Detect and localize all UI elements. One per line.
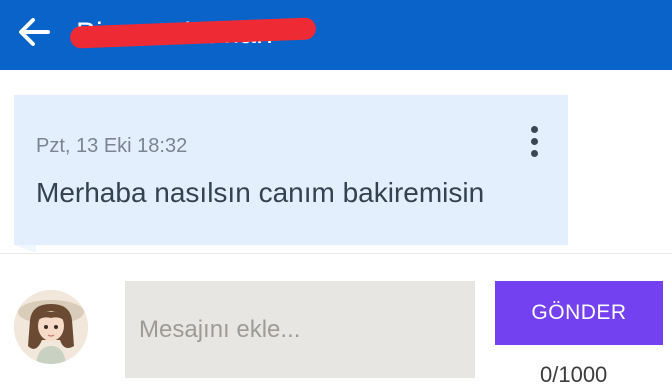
arrow-left-icon [19, 18, 50, 46]
character-counter: 0/1000 [540, 362, 608, 387]
more-vert-icon-dot [530, 125, 538, 133]
message-timestamp: Pzt, 13 Eki 18:32 [36, 135, 188, 157]
message-card-tail [14, 245, 36, 253]
user-avatar-icon [14, 290, 88, 364]
send-button[interactable]: GÖNDER [495, 281, 663, 345]
message-text: Merhaba nasılsın canım bakiremisin [36, 177, 485, 208]
divider [0, 253, 672, 254]
message-input[interactable] [125, 281, 475, 378]
message-card: Pzt, 13 Eki 18:32 Merhaba nasılsın canım… [14, 95, 568, 245]
more-options-button[interactable] [520, 121, 548, 161]
avatar[interactable] [14, 290, 88, 364]
back-button[interactable] [12, 12, 56, 52]
more-vert-icon-dot [530, 149, 538, 157]
app-bar: Binazenistman [0, 0, 672, 70]
more-vert-icon-dot [530, 137, 538, 145]
